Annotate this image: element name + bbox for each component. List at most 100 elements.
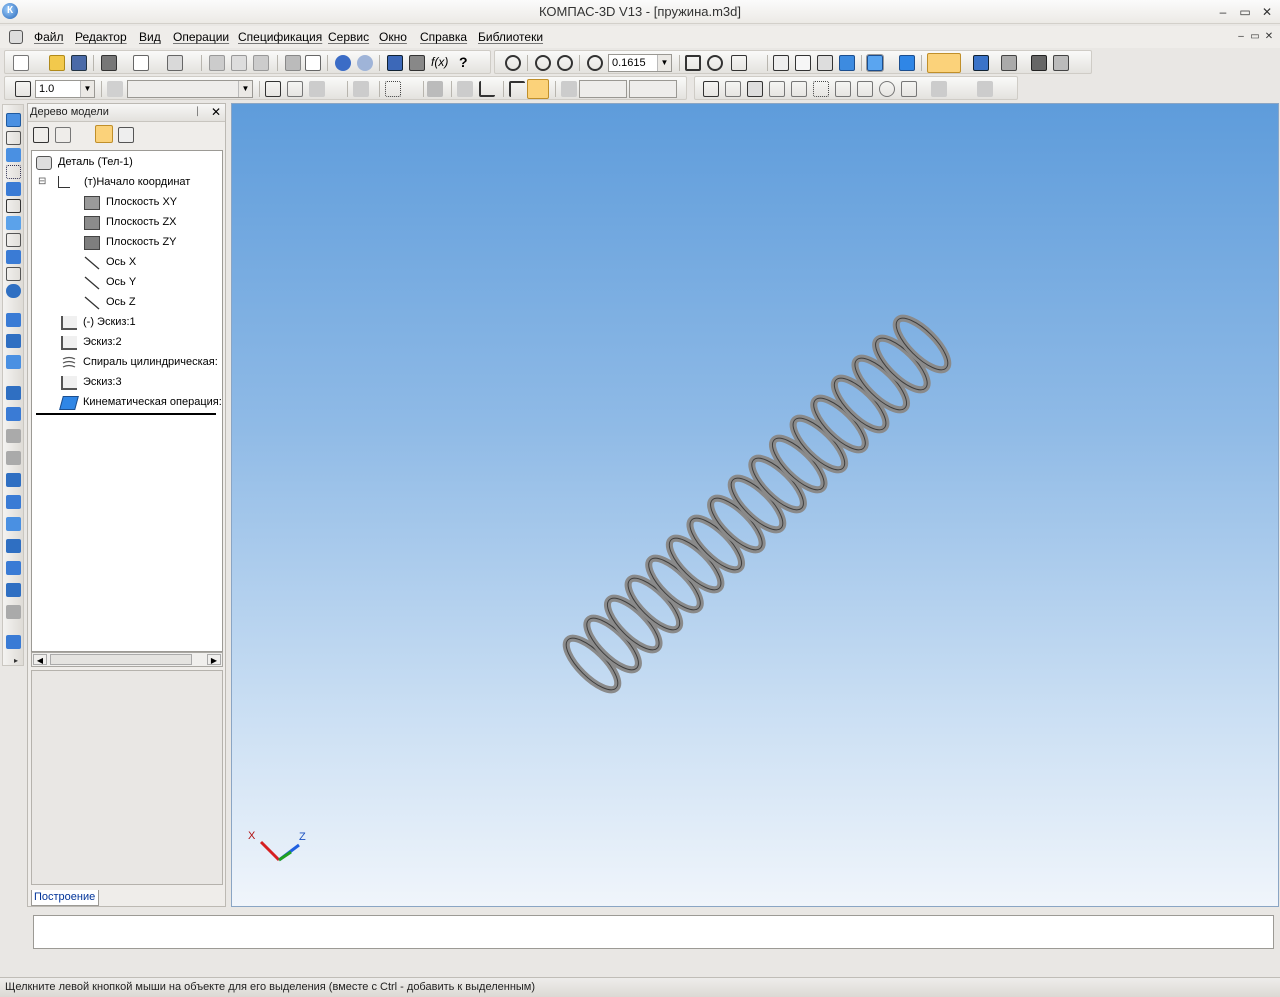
grid-icon[interactable] bbox=[385, 81, 401, 97]
filter-selection-icon[interactable] bbox=[927, 53, 961, 73]
menu-libraries[interactable]: Библиотеки bbox=[478, 30, 543, 44]
mass-properties-icon[interactable] bbox=[1031, 55, 1047, 71]
print-icon[interactable] bbox=[101, 55, 117, 71]
cut-extrude-icon[interactable] bbox=[6, 407, 21, 421]
menu-operations[interactable]: Операции bbox=[173, 30, 229, 44]
cut-icon[interactable] bbox=[209, 55, 225, 71]
cs-icon[interactable] bbox=[479, 81, 495, 97]
document-manager-icon[interactable] bbox=[167, 55, 183, 71]
copy-properties-icon[interactable] bbox=[285, 55, 301, 71]
hole-icon[interactable] bbox=[6, 429, 21, 443]
measure-tools-icon[interactable] bbox=[6, 199, 21, 213]
snap-nearest-icon[interactable] bbox=[703, 81, 719, 97]
arrays-icon[interactable] bbox=[6, 165, 21, 179]
fillet-tool-icon[interactable] bbox=[6, 495, 21, 509]
hidden-lines-icon[interactable] bbox=[795, 55, 811, 71]
paste-icon[interactable] bbox=[253, 55, 269, 71]
panel-close-button[interactable]: ✕ bbox=[211, 105, 221, 119]
tab-construction[interactable]: Построение bbox=[31, 890, 99, 906]
rotate-icon[interactable] bbox=[707, 55, 723, 71]
minimize-button[interactable]: – bbox=[1214, 4, 1232, 20]
pan-icon[interactable] bbox=[685, 55, 701, 71]
snap-middle-icon[interactable] bbox=[747, 81, 763, 97]
expand-arrow-icon[interactable]: ▸ bbox=[14, 656, 18, 665]
edit-sketch-icon[interactable] bbox=[287, 81, 303, 97]
manager-icon[interactable] bbox=[387, 55, 403, 71]
orthogonal-icon[interactable] bbox=[353, 81, 369, 97]
round-icon[interactable] bbox=[527, 79, 549, 99]
fillet-icon[interactable] bbox=[509, 81, 525, 97]
chevron-down-icon[interactable]: ▼ bbox=[238, 81, 252, 97]
tree-horizontal-scrollbar[interactable]: ◀ ▶ bbox=[31, 652, 223, 667]
editing-tools-icon[interactable] bbox=[6, 113, 21, 127]
rib-icon[interactable] bbox=[6, 473, 21, 487]
draft-icon[interactable] bbox=[6, 539, 21, 553]
tree-filter-icon[interactable] bbox=[55, 127, 71, 143]
zoom-in-icon[interactable] bbox=[535, 55, 551, 71]
scroll-right-icon[interactable]: ▶ bbox=[207, 654, 221, 665]
layer-icon[interactable] bbox=[107, 81, 123, 97]
snap-angle-icon[interactable] bbox=[901, 81, 917, 97]
chamfer-icon[interactable] bbox=[6, 517, 21, 531]
shell-icon[interactable] bbox=[6, 451, 21, 465]
menu-help[interactable]: Справка bbox=[420, 30, 467, 44]
specification-icon[interactable] bbox=[6, 233, 21, 247]
scroll-left-icon[interactable]: ◀ bbox=[33, 654, 47, 665]
sketch-mode-icon[interactable] bbox=[265, 81, 281, 97]
close-button[interactable]: ✕ bbox=[1258, 4, 1276, 20]
zoom-out-icon[interactable] bbox=[557, 55, 573, 71]
snap-grid-icon[interactable] bbox=[813, 81, 829, 97]
model-viewport[interactable]: X Z bbox=[231, 103, 1279, 907]
spatial-curves-icon[interactable] bbox=[6, 131, 21, 145]
surfaces-icon[interactable] bbox=[6, 148, 21, 162]
snap-align-icon[interactable] bbox=[835, 81, 851, 97]
undo-icon[interactable] bbox=[335, 55, 351, 71]
hidden-thin-icon[interactable] bbox=[817, 55, 833, 71]
parametric-icon[interactable] bbox=[309, 81, 325, 97]
wireframe-icon[interactable] bbox=[773, 55, 789, 71]
orientation-icon[interactable] bbox=[731, 55, 747, 71]
tree-list-icon[interactable] bbox=[118, 127, 134, 143]
menu-view[interactable]: Вид bbox=[139, 30, 161, 44]
tree-mode-icon[interactable] bbox=[95, 125, 113, 143]
filters-icon[interactable] bbox=[6, 216, 21, 230]
snap-settings-icon[interactable] bbox=[931, 81, 947, 97]
angle-icon[interactable] bbox=[457, 81, 473, 97]
coordinates-icon[interactable] bbox=[561, 81, 577, 97]
rebuild-icon[interactable] bbox=[1053, 55, 1069, 71]
tree-structure-icon[interactable] bbox=[33, 127, 49, 143]
zoom-scale-combo[interactable]: 0.1615 ▼ bbox=[608, 54, 672, 72]
library-manager-icon[interactable] bbox=[409, 55, 425, 71]
snap-icon[interactable] bbox=[427, 81, 443, 97]
chevron-down-icon[interactable]: ▼ bbox=[657, 55, 671, 71]
local-cs-icon[interactable] bbox=[15, 81, 31, 97]
scroll-thumb[interactable] bbox=[50, 654, 192, 665]
menu-specification[interactable]: Спецификация bbox=[238, 30, 322, 44]
preview-icon[interactable] bbox=[133, 55, 149, 71]
menu-service[interactable]: Сервис bbox=[328, 30, 369, 44]
copy-icon[interactable] bbox=[231, 55, 247, 71]
perspective-icon[interactable] bbox=[899, 55, 915, 71]
pattern-icon[interactable] bbox=[6, 605, 21, 619]
new-file-icon[interactable] bbox=[13, 55, 29, 71]
coord-y-field[interactable] bbox=[629, 80, 677, 98]
loft-icon[interactable] bbox=[6, 386, 21, 400]
snap-tangent-icon[interactable] bbox=[857, 81, 873, 97]
step-combo[interactable]: 1.0 ▼ bbox=[35, 80, 95, 98]
snap-quadrant-icon[interactable] bbox=[879, 81, 895, 97]
redo-icon[interactable] bbox=[357, 55, 373, 71]
zoom-scale-icon[interactable] bbox=[587, 55, 603, 71]
reports-icon[interactable] bbox=[6, 250, 21, 264]
sheet-metal-icon[interactable] bbox=[6, 284, 21, 298]
aux-geometry-icon[interactable] bbox=[6, 182, 21, 196]
maximize-button[interactable]: ▭ bbox=[1236, 4, 1254, 20]
shaded-icon[interactable] bbox=[839, 55, 855, 71]
doc-close-button[interactable]: ✕ bbox=[1260, 29, 1278, 45]
menu-window[interactable]: Окно bbox=[379, 30, 407, 44]
help-icon[interactable]: ? bbox=[459, 54, 468, 70]
menu-file[interactable]: Файл bbox=[34, 30, 64, 44]
sweep-tool-icon[interactable] bbox=[6, 355, 21, 369]
extrude-icon[interactable] bbox=[6, 313, 21, 327]
shaded-edges-icon[interactable] bbox=[866, 54, 884, 72]
variables-icon[interactable]: f(x) bbox=[431, 55, 448, 69]
